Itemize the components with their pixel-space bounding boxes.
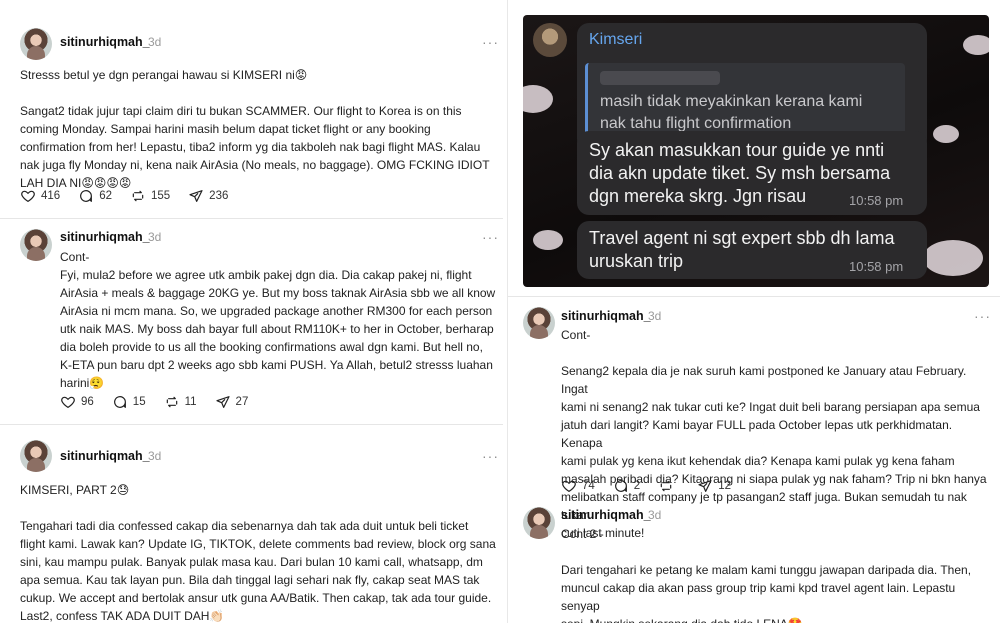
- share-button[interactable]: 27: [215, 394, 249, 410]
- flower-decoration: [933, 125, 959, 143]
- reply-count: 15: [132, 396, 146, 408]
- avatar[interactable]: [20, 28, 52, 60]
- post-divider: [0, 424, 503, 425]
- post-time: 3d: [148, 35, 162, 49]
- avatar[interactable]: [20, 440, 52, 472]
- username[interactable]: sitinurhiqmah_: [60, 230, 150, 244]
- like-button[interactable]: 74: [561, 478, 595, 494]
- column-divider: [507, 0, 508, 623]
- post-actions: 416 62 155 236: [20, 188, 246, 204]
- share-count: 27: [235, 396, 249, 408]
- post-actions: 74 2 12: [561, 478, 749, 494]
- comment-icon: [80, 190, 93, 202]
- post-actions: 96 15 11 27: [60, 394, 266, 410]
- like-count: 74: [582, 480, 595, 492]
- like-button[interactable]: 96: [60, 394, 94, 410]
- chat-bubble-message: Travel agent ni sgt expert sbb dh lama u…: [577, 221, 927, 279]
- avatar[interactable]: [20, 229, 52, 261]
- like-button[interactable]: 416: [20, 188, 60, 204]
- comment-icon: [614, 480, 627, 492]
- message-text: Sy akan masukkan tour guide ye nnti dia …: [589, 140, 891, 206]
- send-icon: [189, 190, 203, 202]
- chat-sender-name: Kimseri: [589, 31, 643, 48]
- flower-decoration: [923, 240, 983, 276]
- avatar[interactable]: [523, 507, 555, 539]
- share-button[interactable]: 12: [697, 478, 731, 494]
- blurred-name: [600, 71, 720, 85]
- heart-icon: [21, 190, 35, 203]
- flower-decoration: [963, 35, 989, 55]
- chat-screenshot: Kimseri masih tidak meyakinkan kerana ka…: [523, 15, 989, 287]
- repost-count: 11: [184, 396, 197, 408]
- repost-button[interactable]: 11: [164, 394, 197, 410]
- repost-count: 155: [150, 190, 171, 202]
- heart-icon: [562, 480, 576, 493]
- flower-decoration: [533, 230, 563, 250]
- message-time: 10:58 pm: [849, 259, 904, 274]
- reply-count: 62: [99, 190, 112, 202]
- post-divider: [508, 296, 1000, 297]
- username[interactable]: sitinurhiqmah_: [60, 35, 150, 49]
- send-icon: [698, 480, 712, 492]
- reply-button[interactable]: 62: [78, 188, 112, 204]
- more-options-icon[interactable]: ···: [482, 448, 499, 464]
- username[interactable]: sitinurhiqmah_: [60, 449, 150, 463]
- reply-button[interactable]: 2: [613, 478, 640, 494]
- like-count: 96: [81, 396, 94, 408]
- reply-button[interactable]: 15: [112, 394, 146, 410]
- comment-icon: [113, 396, 126, 408]
- share-button[interactable]: 236: [188, 188, 228, 204]
- post-time: 3d: [148, 230, 162, 244]
- post-text: Cont- Fyi, mula2 before we agree utk amb…: [60, 250, 496, 390]
- send-icon: [215, 396, 230, 408]
- repost-icon: [660, 480, 672, 492]
- repost-icon: [132, 190, 144, 202]
- username[interactable]: sitinurhiqmah_: [561, 508, 651, 522]
- repost-icon: [166, 396, 177, 408]
- post-text: Cont 2 - Dari tengahari ke petang ke mal…: [561, 527, 972, 623]
- flower-decoration: [523, 85, 553, 113]
- message-time: 10:58 pm: [849, 193, 904, 208]
- post-time: 3d: [648, 309, 662, 323]
- more-options-icon[interactable]: ···: [482, 34, 499, 50]
- avatar[interactable]: [523, 307, 555, 339]
- chat-bubble-message: Sy akan masukkan tour guide ye nnti dia …: [577, 131, 927, 215]
- quoted-text: masih tidak meyakinkan kerana kami nak t…: [600, 93, 863, 132]
- post-divider: [0, 218, 503, 219]
- share-count: 236: [209, 190, 229, 202]
- reply-count: 2: [633, 480, 641, 492]
- chat-avatar: [533, 23, 567, 57]
- post-time: 3d: [148, 449, 162, 463]
- heart-icon: [61, 396, 75, 409]
- repost-button[interactable]: 155: [130, 188, 170, 204]
- post-time: 3d: [648, 508, 662, 522]
- more-options-icon[interactable]: ···: [974, 308, 991, 324]
- post-text: Stresss betul ye dgn perangai hawau si K…: [20, 68, 490, 190]
- post-text: KIMSERI, PART 2😓 Tengahari tadi dia conf…: [20, 483, 496, 623]
- like-count: 416: [41, 190, 61, 202]
- more-options-icon[interactable]: ···: [482, 229, 499, 245]
- username[interactable]: sitinurhiqmah_: [561, 309, 651, 323]
- repost-button[interactable]: [658, 478, 679, 494]
- share-count: 12: [718, 480, 731, 492]
